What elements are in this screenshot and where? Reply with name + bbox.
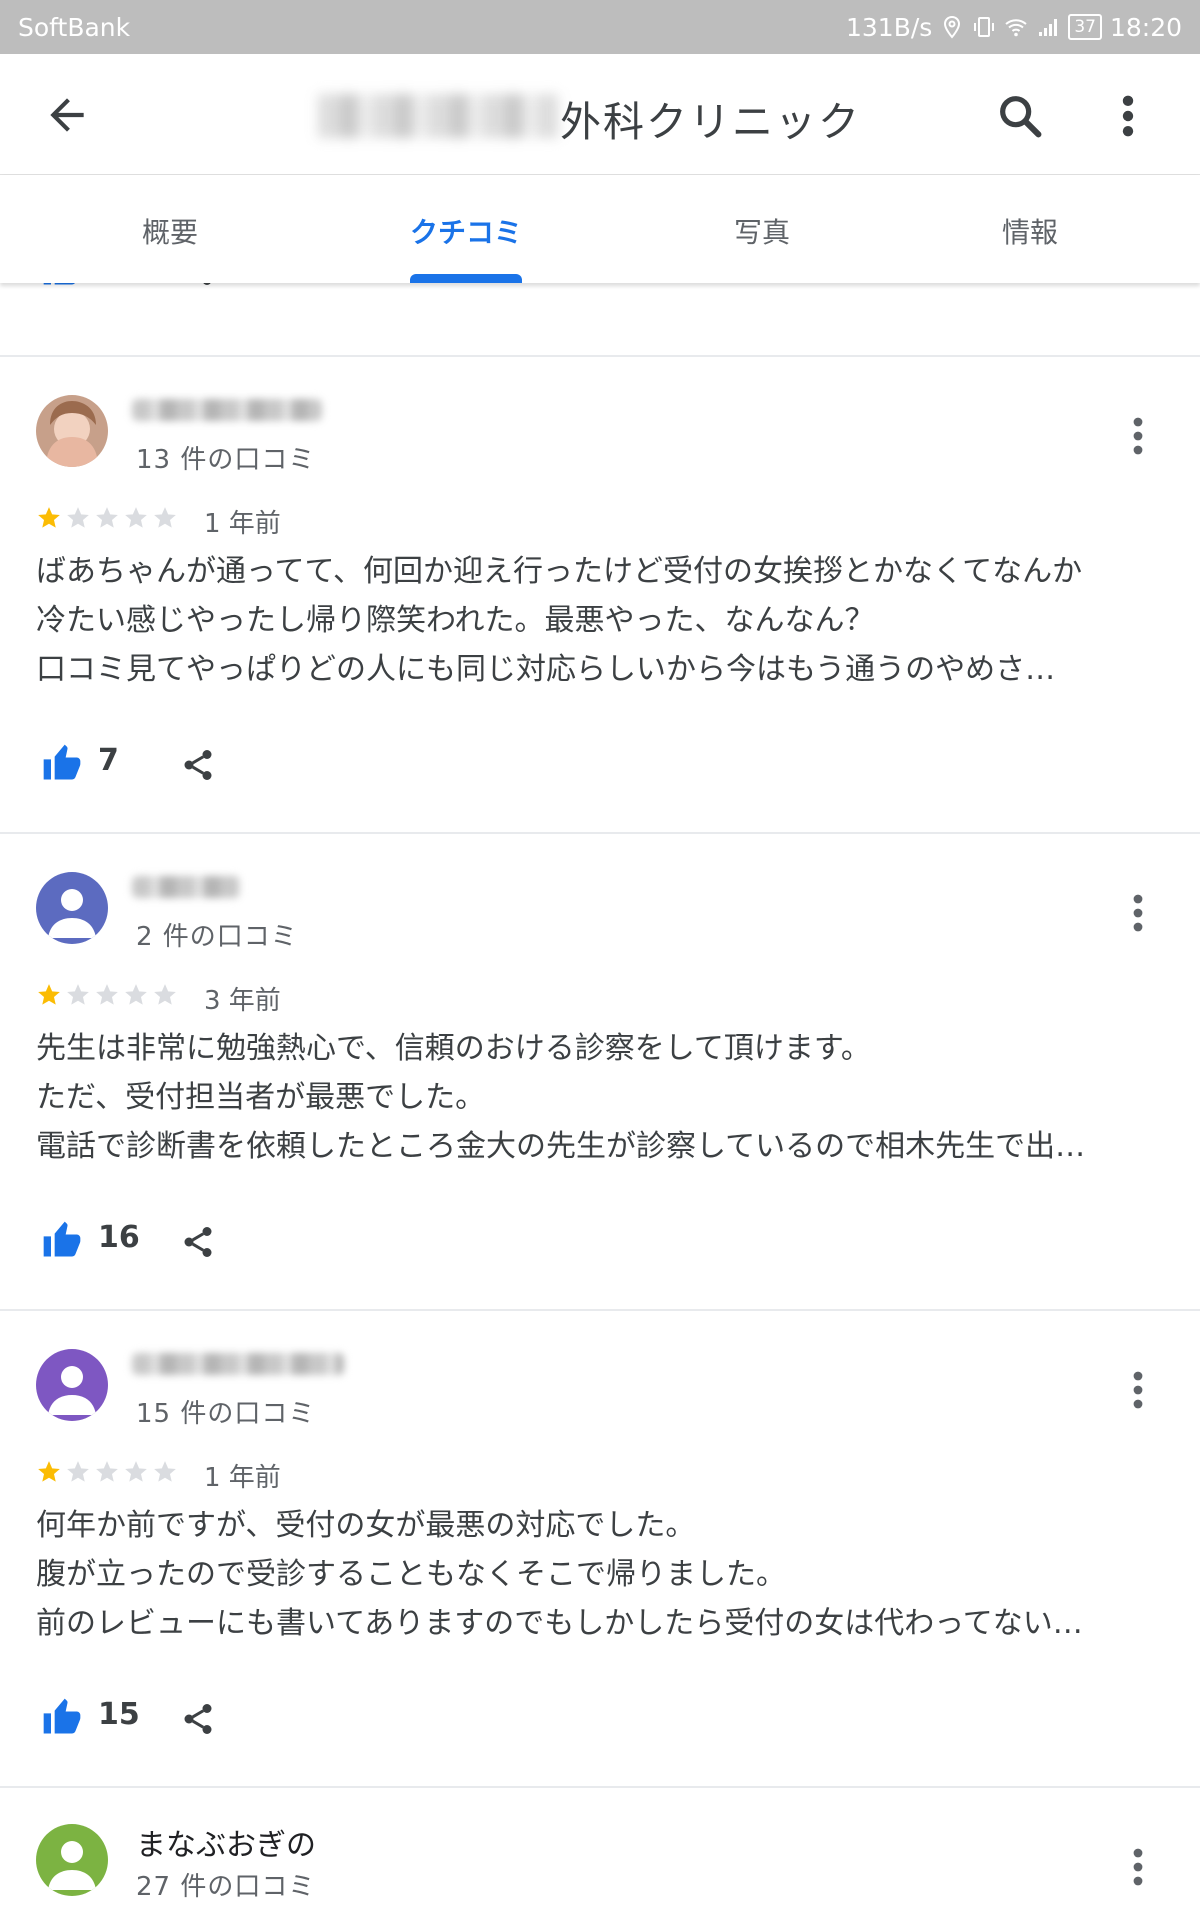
review-card: まなぶおぎの 27 件の口コミ [0, 1786, 1200, 1920]
star-rating [36, 1459, 178, 1491]
avatar-person-icon [36, 872, 108, 944]
like-button[interactable]: 16 [36, 1212, 336, 1272]
star-icon [125, 1461, 147, 1482]
review-text-line: ばあちゃんが通ってて、何回か迎え行ったけど受付の女挨拶とかなくてなんか [36, 554, 1083, 589]
carrier-name: SoftBank [18, 12, 131, 42]
review-text-line: 先生は非常に勉強熱心で、信頼のおける診察をして頂けます。 [36, 1031, 871, 1066]
review-date: 1 年前 [204, 509, 281, 539]
status-right: 131B/s 37 18:20 [846, 13, 1182, 42]
review-text[interactable]: 何年か前ですが、受付の女が最悪の対応でした。 腹が立ったので受診することもなくそ… [36, 1501, 1161, 1648]
signal-icon [1039, 19, 1058, 36]
thumb-up-icon [43, 744, 81, 780]
like-button[interactable]: 15 [36, 1689, 336, 1749]
vibrate-icon [974, 17, 995, 37]
review-count: 13 件の口コミ [136, 445, 316, 475]
share-icon[interactable] [180, 745, 216, 785]
tab-photos[interactable]: 写真 [734, 211, 790, 251]
avatar[interactable] [36, 395, 108, 467]
tab-reviews[interactable]: クチコミ [410, 211, 522, 251]
review-text-line: 電話で診断書を依頼したところ金大の先生が診察しているので相木先生で出… [36, 1129, 1086, 1164]
avatar[interactable] [36, 872, 108, 944]
review-text-line: 何年か前ですが、受付の女が最悪の対応でした。 [36, 1508, 696, 1543]
more-vert-icon[interactable] [1122, 888, 1154, 938]
reviewer-name-redacted [132, 399, 322, 421]
review-text[interactable]: ばあちゃんが通ってて、何回か迎え行ったけど受付の女挨拶とかなくてなんか 冷たい感… [36, 547, 1161, 694]
status-bar: SoftBank 131B/s 37 18:20 [0, 0, 1200, 54]
battery-icon: 37 [1068, 14, 1102, 40]
like-button[interactable]: 7 [36, 735, 336, 795]
reviewer-name-redacted [132, 876, 240, 898]
star-icon [96, 984, 118, 1005]
reviewer-name-redacted [132, 1353, 344, 1375]
like-count: 16 [98, 1220, 140, 1255]
tab-overview[interactable]: 概要 [142, 211, 198, 251]
more-vert-icon[interactable] [1108, 90, 1148, 142]
star-rating [36, 505, 178, 537]
more-vert-icon[interactable] [1122, 1842, 1154, 1892]
star-icon [38, 507, 60, 528]
review-count: 15 件の口コミ [136, 1399, 316, 1429]
app-bar: 外科クリニック [0, 54, 1200, 175]
star-icon [67, 984, 89, 1005]
thumb-up-icon [43, 1698, 81, 1734]
review-text-line: 冷たい感じやったし帰り際笑われた。最悪やった、なんなん？ [36, 603, 875, 638]
like-count: 15 [98, 1697, 140, 1732]
star-icon [67, 507, 89, 528]
review-card: 2 件の口コミ 3 年前 先生は非常に勉強熱心で、信頼のおける診察をして頂けます… [0, 832, 1200, 1302]
back-arrow-icon[interactable] [42, 90, 92, 140]
star-icon [96, 507, 118, 528]
review-text[interactable]: 先生は非常に勉強熱心で、信頼のおける診察をして頂けます。 ただ、受付担当者が最悪… [36, 1024, 1161, 1171]
review-text-line: 前のレビューにも書いてありますのでもしかしたら受付の女は代わってない… [36, 1606, 1083, 1641]
star-icon [67, 1461, 89, 1482]
tab-info[interactable]: 情報 [1002, 211, 1058, 251]
avatar-person-icon [36, 1349, 108, 1421]
star-icon [38, 1461, 60, 1482]
like-count: 7 [98, 743, 119, 778]
status-time: 18:20 [1109, 12, 1182, 42]
avatar-person-icon [36, 1824, 108, 1896]
star-icon [154, 984, 176, 1005]
avatar-photo-icon [36, 395, 108, 467]
star-icon [38, 984, 60, 1005]
avatar[interactable] [36, 1824, 108, 1896]
thumb-up-icon [43, 1221, 81, 1257]
page-title: 外科クリニック [560, 98, 861, 146]
network-speed: 131B/s [845, 12, 933, 42]
reviewer-name[interactable]: まなぶおぎの [136, 1820, 316, 1864]
review-date: 3 年前 [204, 986, 281, 1016]
review-text-line: 口コミ見てやっぱりどの人にも同じ対応らしいから今はもう通うのやめさ… [36, 652, 1056, 687]
share-icon[interactable] [180, 1699, 216, 1739]
star-icon [96, 1461, 118, 1482]
search-icon[interactable] [994, 90, 1046, 142]
tab-bar: 概要 クチコミ 写真 情報 [0, 175, 1200, 283]
more-vert-icon[interactable] [1122, 1365, 1154, 1415]
review-count: 27 件の口コミ [136, 1872, 316, 1902]
review-date: 1 年前 [204, 1463, 281, 1493]
title-redacted [318, 94, 558, 138]
review-card: 15 件の口コミ 1 年前 何年か前ですが、受付の女が最悪の対応でした。 腹が立… [0, 1309, 1200, 1779]
star-icon [125, 507, 147, 528]
wifi-icon [1005, 19, 1027, 37]
more-vert-icon[interactable] [1122, 411, 1154, 461]
star-rating [36, 982, 178, 1014]
review-card: 13 件の口コミ 1 年前 ばあちゃんが通ってて、何回か迎え行ったけど受付の女挨… [0, 355, 1200, 825]
star-icon [154, 507, 176, 528]
active-tab-indicator [410, 274, 522, 283]
share-icon[interactable] [180, 1222, 216, 1262]
star-icon [125, 984, 147, 1005]
review-text-line: 腹が立ったので受診することもなくそこで帰りました。 [36, 1557, 786, 1592]
review-text-line: ただ、受付担当者が最悪でした。 [36, 1080, 486, 1115]
location-icon [944, 15, 961, 39]
star-icon [154, 1461, 176, 1482]
review-count: 2 件の口コミ [136, 922, 298, 952]
avatar[interactable] [36, 1349, 108, 1421]
